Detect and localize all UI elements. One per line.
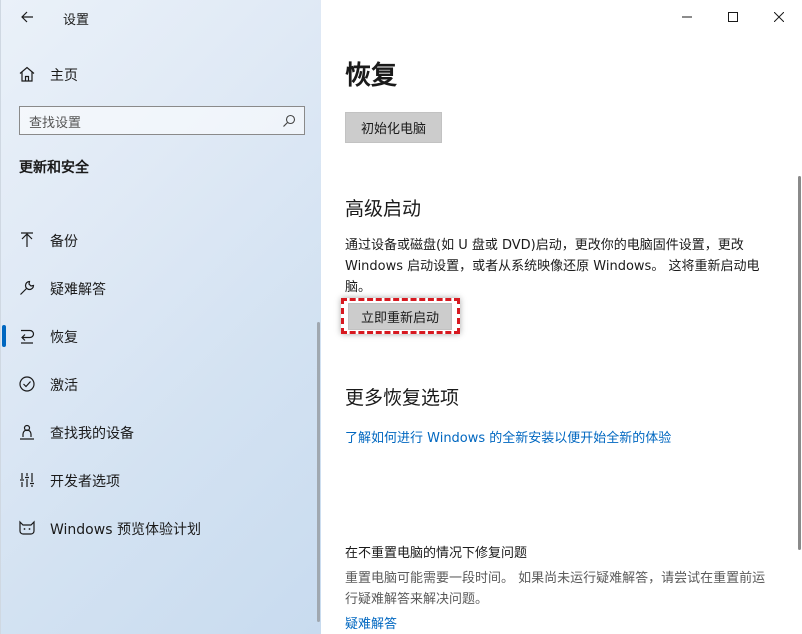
sidebar-item-label: 备份 [50, 234, 78, 250]
close-icon [774, 12, 784, 22]
page-title: 恢复 [345, 61, 398, 91]
window-controls [664, 0, 802, 34]
developer-tools-icon [20, 473, 34, 487]
advanced-startup-heading: 高级启动 [345, 198, 422, 220]
wrench-icon [20, 280, 35, 295]
recovery-icon [21, 329, 35, 344]
sidebar-scrollbar[interactable] [317, 322, 320, 622]
advanced-startup-description: 通过设备或磁盘(如 U 盘或 DVD)启动，更改你的电脑固件设置，更改 Wind… [345, 238, 760, 295]
minimize-icon [682, 16, 692, 18]
sidebar-item-recovery[interactable]: 恢复 [1, 316, 322, 356]
sidebar-item-label: 开发者选项 [50, 474, 120, 490]
sidebar-item-label: 恢复 [50, 330, 78, 346]
sidebar-item-label: 查找我的设备 [50, 426, 134, 442]
sidebar: 设置 主页 查找设置 更新和安全 备份 疑难解答 恢复 激活 查找我的设备 开发… [0, 0, 321, 634]
troubleshoot-link[interactable]: 疑难解答 [345, 613, 397, 632]
main-scrollbar[interactable] [798, 176, 801, 550]
home-icon [19, 66, 35, 82]
main-content: 恢复 初始化电脑 高级启动 通过设备或磁盘(如 U 盘或 DVD)启动，更改你的… [321, 0, 802, 634]
section-title: 更新和安全 [19, 160, 89, 176]
app-title: 设置 [63, 13, 90, 28]
person-location-icon [20, 424, 34, 440]
more-recovery-options-heading: 更多恢复选项 [345, 387, 460, 409]
sidebar-item-windows-insider[interactable]: Windows 预览体验计划 [1, 508, 322, 548]
back-button[interactable] [13, 5, 41, 29]
close-button[interactable] [756, 0, 802, 34]
insider-cat-icon [19, 520, 35, 535]
sidebar-item-troubleshoot[interactable]: 疑难解答 [1, 268, 322, 308]
sidebar-item-backup[interactable]: 备份 [1, 220, 322, 260]
restart-now-button[interactable]: 立即重新启动 [348, 303, 452, 330]
sidebar-item-home[interactable]: 主页 [1, 56, 322, 92]
search-icon[interactable] [282, 114, 296, 128]
sidebar-item-label: 疑难解答 [50, 282, 106, 298]
maximize-button[interactable] [710, 0, 756, 34]
search-placeholder: 查找设置 [29, 116, 82, 131]
back-arrow-icon [21, 11, 33, 23]
sidebar-item-find-my-device[interactable]: 查找我的设备 [1, 412, 322, 452]
title-bar: 设置 [1, 0, 322, 34]
sidebar-item-activation[interactable]: 激活 [1, 364, 322, 404]
fix-without-reset-heading: 在不重置电脑的情况下修复问题 [345, 546, 528, 561]
sidebar-item-label: Windows 预览体验计划 [50, 522, 201, 538]
backup-arrow-icon [21, 232, 33, 247]
minimize-button[interactable] [664, 0, 710, 34]
sidebar-item-label: 激活 [50, 378, 78, 394]
reset-pc-button[interactable]: 初始化电脑 [345, 112, 442, 143]
search-input[interactable]: 查找设置 [19, 106, 305, 135]
fix-without-reset-description: 重置电脑可能需要一段时间。 如果尚未运行疑难解答，请尝试在重置前运行疑难解答来解… [345, 571, 766, 607]
check-circle-icon [19, 376, 35, 392]
sidebar-item-label: 主页 [50, 68, 78, 84]
sidebar-item-developer-options[interactable]: 开发者选项 [1, 460, 322, 500]
maximize-icon [728, 12, 738, 22]
fresh-install-link[interactable]: 了解如何进行 Windows 的全新安装以便开始全新的体验 [345, 427, 671, 446]
